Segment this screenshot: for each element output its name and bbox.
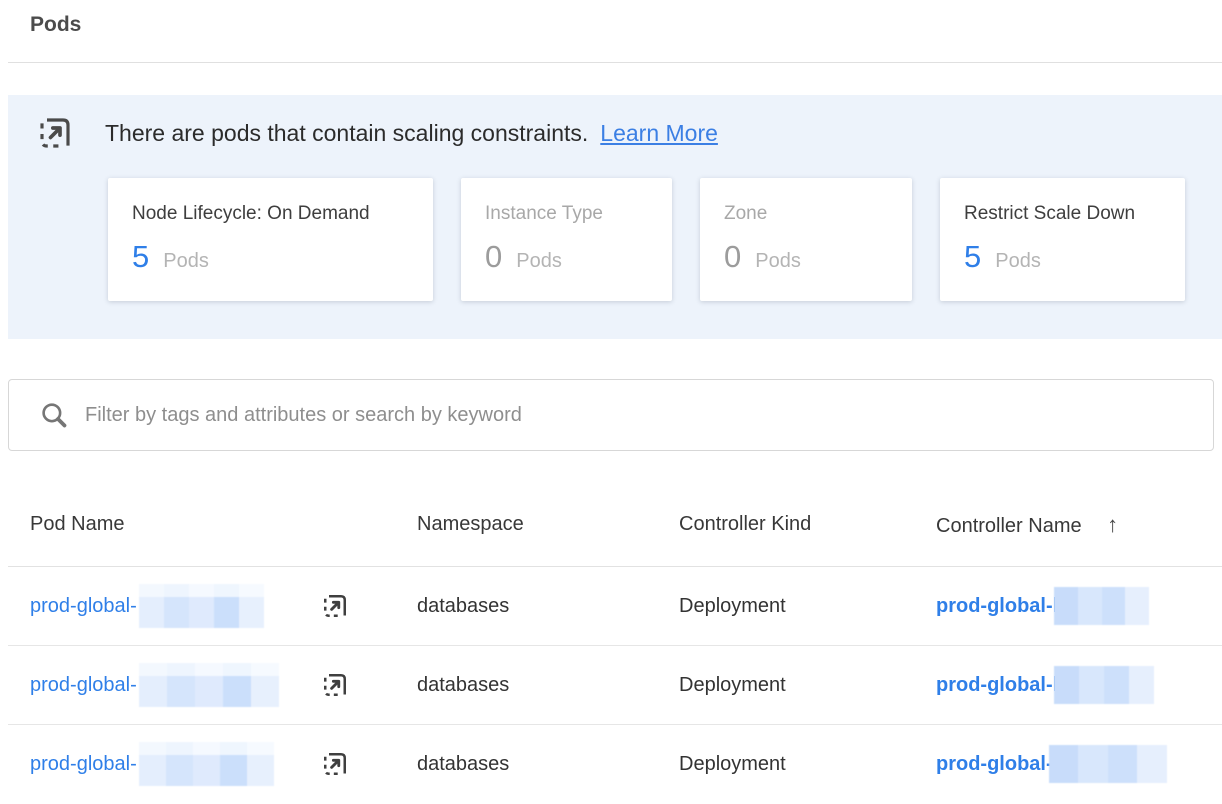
card-unit: Pods (755, 250, 801, 273)
card-count: 5 (964, 239, 981, 275)
redacted-pod-name (139, 663, 279, 707)
redacted-controller-name (1049, 745, 1167, 783)
namespace-cell: databases (417, 753, 679, 776)
header-controller-name-label: Controller Name (936, 515, 1082, 537)
card-title: Zone (724, 203, 888, 225)
scale-up-icon[interactable] (320, 591, 350, 621)
pod-name-link[interactable]: prod-global- (30, 674, 137, 697)
namespace-cell: databases (417, 595, 679, 618)
card-count: 5 (132, 239, 149, 275)
table-row: prod-global- databases Deployment prod-g… (8, 646, 1222, 725)
namespace-cell: databases (417, 674, 679, 697)
redacted-pod-name (139, 584, 264, 628)
header-pod-name[interactable]: Pod Name (8, 513, 417, 536)
card-title: Instance Type (485, 203, 648, 225)
scale-up-icon (35, 113, 75, 153)
card-unit: Pods (516, 250, 562, 273)
card-instance-type[interactable]: Instance Type 0 Pods (461, 178, 672, 301)
table-row: prod-global- databases Deployment prod-g… (8, 567, 1222, 646)
card-count: 0 (485, 239, 502, 275)
page-title: Pods (0, 0, 1222, 38)
search-input[interactable] (85, 404, 1213, 427)
learn-more-link[interactable]: Learn More (600, 120, 718, 147)
controller-name-link[interactable]: prod-global- (936, 753, 1053, 776)
header-namespace[interactable]: Namespace (417, 513, 679, 536)
table-row: prod-global- databases Deployment prod-g… (8, 725, 1222, 803)
controller-name-link[interactable]: prod-global-l (936, 595, 1058, 618)
redacted-pod-name (139, 742, 274, 786)
card-unit: Pods (163, 250, 209, 273)
card-zone[interactable]: Zone 0 Pods (700, 178, 912, 301)
card-title: Restrict Scale Down (964, 203, 1161, 225)
table-header-row: Pod Name Namespace Controller Kind Contr… (8, 451, 1222, 567)
redacted-controller-name (1054, 587, 1149, 625)
divider (8, 62, 1222, 63)
controller-name-link[interactable]: prod-global-l (936, 674, 1058, 697)
filter-search-bar[interactable] (8, 379, 1214, 451)
controller-kind-cell: Deployment (679, 674, 936, 697)
pods-table: Pod Name Namespace Controller Kind Contr… (8, 451, 1222, 803)
header-controller-kind[interactable]: Controller Kind (679, 513, 936, 536)
card-restrict-scale-down[interactable]: Restrict Scale Down 5 Pods (940, 178, 1185, 301)
constraint-cards: Node Lifecycle: On Demand 5 Pods Instanc… (108, 178, 1222, 301)
scale-up-icon[interactable] (320, 749, 350, 779)
card-node-lifecycle[interactable]: Node Lifecycle: On Demand 5 Pods (108, 178, 433, 301)
pod-name-link[interactable]: prod-global- (30, 595, 137, 618)
card-unit: Pods (995, 250, 1041, 273)
header-controller-name[interactable]: Controller Name ↑ (936, 512, 1222, 538)
card-count: 0 (724, 239, 741, 275)
search-icon (39, 400, 69, 430)
controller-kind-cell: Deployment (679, 595, 936, 618)
pod-name-link[interactable]: prod-global- (30, 753, 137, 776)
scale-up-icon[interactable] (320, 670, 350, 700)
controller-kind-cell: Deployment (679, 753, 936, 776)
card-title: Node Lifecycle: On Demand (132, 203, 409, 225)
scaling-constraints-banner: There are pods that contain scaling cons… (8, 95, 1222, 339)
banner-message: There are pods that contain scaling cons… (105, 120, 588, 147)
redacted-controller-name (1054, 666, 1154, 704)
sort-arrow-up-icon[interactable]: ↑ (1107, 512, 1118, 537)
